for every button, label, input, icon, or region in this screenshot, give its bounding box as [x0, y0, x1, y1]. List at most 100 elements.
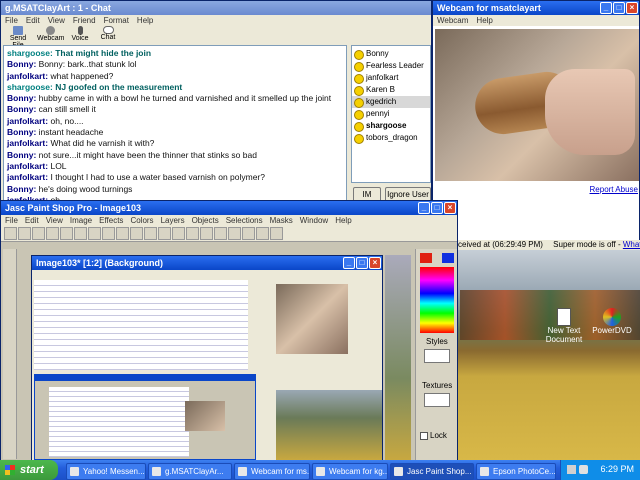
menu-layers[interactable]: Layers	[161, 216, 185, 225]
taskbar-item-psp[interactable]: Jasc Paint Shop...	[390, 463, 474, 480]
user-list-item[interactable]: Karen B	[352, 84, 430, 96]
chat-message: janfolkart: What did he varnish it with?	[7, 138, 343, 149]
maximize-button[interactable]: □	[613, 2, 625, 14]
chat-message-area[interactable]: shargoose: That might hide the join Bonny…	[3, 45, 347, 203]
color-swatch-secondary[interactable]	[442, 253, 454, 263]
menu-help[interactable]: Help	[335, 216, 351, 225]
report-abuse-link[interactable]: Report Abuse	[590, 185, 638, 194]
chat-nick: Bonny:	[7, 149, 37, 160]
chat-bubble-icon	[102, 26, 114, 34]
menu-file[interactable]: File	[5, 16, 18, 25]
chat-text: LOL	[50, 160, 67, 171]
user-list-item[interactable]: janfolkart	[352, 72, 430, 84]
start-label: start	[20, 464, 44, 476]
histogram-icon[interactable]	[186, 227, 199, 240]
taskbar-item-epson[interactable]: Epson PhotoCe...	[476, 463, 556, 480]
taskbar-item-yahoo[interactable]: Yahoo! Messen...	[66, 463, 146, 480]
chat-titlebar[interactable]: g.MSATClayArt : 1 - Chat	[1, 1, 431, 15]
undo-icon[interactable]	[60, 227, 73, 240]
taskbar-item-webcam-ms[interactable]: Webcam for ms...	[234, 463, 310, 480]
overview-icon[interactable]	[228, 227, 241, 240]
chat-text: he's doing wood turnings	[38, 183, 133, 194]
delete-icon[interactable]	[130, 227, 143, 240]
desktop-icon-label: PowerDVD	[592, 326, 632, 335]
maximize-button[interactable]: □	[431, 202, 443, 214]
print-icon[interactable]	[46, 227, 59, 240]
menu-help[interactable]: Help	[476, 16, 492, 25]
start-button[interactable]: start	[0, 460, 58, 480]
chat-message: janfolkart: what happened?	[7, 71, 343, 82]
user-list-item[interactable]: shargoose	[352, 120, 430, 132]
taskbar-item-webcam-kg[interactable]: Webcam for kg...	[312, 463, 388, 480]
save-icon[interactable]	[32, 227, 45, 240]
grid-icon[interactable]	[270, 227, 283, 240]
menu-objects[interactable]: Objects	[192, 216, 219, 225]
desktop-icon-text-doc[interactable]: New Text Document	[544, 308, 584, 344]
paste-icon[interactable]	[116, 227, 129, 240]
menu-friend[interactable]: Friend	[73, 16, 96, 25]
menu-image[interactable]: Image	[70, 216, 92, 225]
menu-edit[interactable]: Edit	[26, 16, 40, 25]
minimize-button[interactable]: _	[343, 257, 355, 269]
menu-masks[interactable]: Masks	[270, 216, 293, 225]
textures-label: Textures	[422, 381, 453, 390]
close-button[interactable]: ×	[369, 257, 381, 269]
chat-text: I thought I had to use a water based var…	[50, 172, 265, 183]
user-list-item[interactable]: Bonny	[352, 48, 430, 60]
chat-message: Bonny: not sure...it might have been the…	[7, 150, 343, 161]
lock-checkbox[interactable]	[420, 432, 428, 440]
copy-icon[interactable]	[102, 227, 115, 240]
color-swatch-active[interactable]	[420, 253, 432, 263]
image-window-titlebar[interactable]: Image103* [1:2] (Background) _ □ ×	[32, 256, 382, 270]
help-icon[interactable]	[242, 227, 255, 240]
menu-view[interactable]: View	[48, 16, 65, 25]
user-list-item[interactable]: tobors_dragon	[352, 132, 430, 144]
menu-edit[interactable]: Edit	[25, 216, 39, 225]
color-spectrum[interactable]	[420, 267, 454, 333]
context-help-icon[interactable]	[256, 227, 269, 240]
menu-selections[interactable]: Selections	[226, 216, 263, 225]
chat-message: shargoose: NJ goofed on the measurement	[7, 82, 343, 93]
taskbar: start Yahoo! Messen... g.MSATClayAr... W…	[0, 460, 640, 480]
webcam-titlebar[interactable]: Webcam for msatclayart _ □ ×	[433, 1, 639, 15]
minimize-button[interactable]: _	[600, 2, 612, 14]
close-button[interactable]: ×	[626, 2, 638, 14]
whats-this-link-2[interactable]: What's this?	[623, 240, 640, 249]
menu-colors[interactable]: Colors	[130, 216, 153, 225]
styles-label: Styles	[426, 337, 448, 346]
menu-view[interactable]: View	[46, 216, 63, 225]
psp-titlebar[interactable]: Jasc Paint Shop Pro - Image103 _ □ ×	[1, 201, 457, 215]
menu-file[interactable]: File	[5, 216, 18, 225]
textures-button[interactable]	[424, 393, 450, 407]
gauge-icon[interactable]	[172, 227, 185, 240]
browse-icon[interactable]	[158, 227, 171, 240]
taskbar-item-chat[interactable]: g.MSATClayAr...	[148, 463, 232, 480]
styles-button[interactable]	[424, 349, 450, 363]
view-icon[interactable]	[144, 227, 157, 240]
user-list-item[interactable]: pennyi	[352, 108, 430, 120]
menu-format[interactable]: Format	[104, 16, 129, 25]
redo-icon[interactable]	[74, 227, 87, 240]
cut-icon[interactable]	[88, 227, 101, 240]
palette-icon[interactable]	[200, 227, 213, 240]
volume-icon[interactable]	[579, 465, 588, 474]
chat-text: what happened?	[50, 70, 114, 81]
taskbar-clock: 6:29 PM	[600, 464, 634, 474]
layers-icon[interactable]	[214, 227, 227, 240]
user-list-item[interactable]: Fearless Leader	[352, 60, 430, 72]
minimize-button[interactable]: _	[418, 202, 430, 214]
close-button[interactable]: ×	[444, 202, 456, 214]
maximize-button[interactable]: □	[356, 257, 368, 269]
open-folder-icon[interactable]	[18, 227, 31, 240]
menu-webcam[interactable]: Webcam	[437, 16, 468, 25]
chat-nick: janfolkart:	[7, 172, 49, 183]
menu-help[interactable]: Help	[137, 16, 153, 25]
user-list-item[interactable]: kgedrich	[352, 96, 430, 108]
desktop-icon-powerdvd[interactable]: PowerDVD	[592, 308, 632, 335]
menu-window[interactable]: Window	[300, 216, 328, 225]
new-file-icon[interactable]	[4, 227, 17, 240]
chat-user-list[interactable]: Bonny Fearless Leader janfolkart Karen Bkge…	[351, 45, 431, 183]
tray-icon[interactable]	[567, 465, 576, 474]
menu-effects[interactable]: Effects	[99, 216, 123, 225]
psp-title: Jasc Paint Shop Pro - Image103	[5, 203, 142, 213]
